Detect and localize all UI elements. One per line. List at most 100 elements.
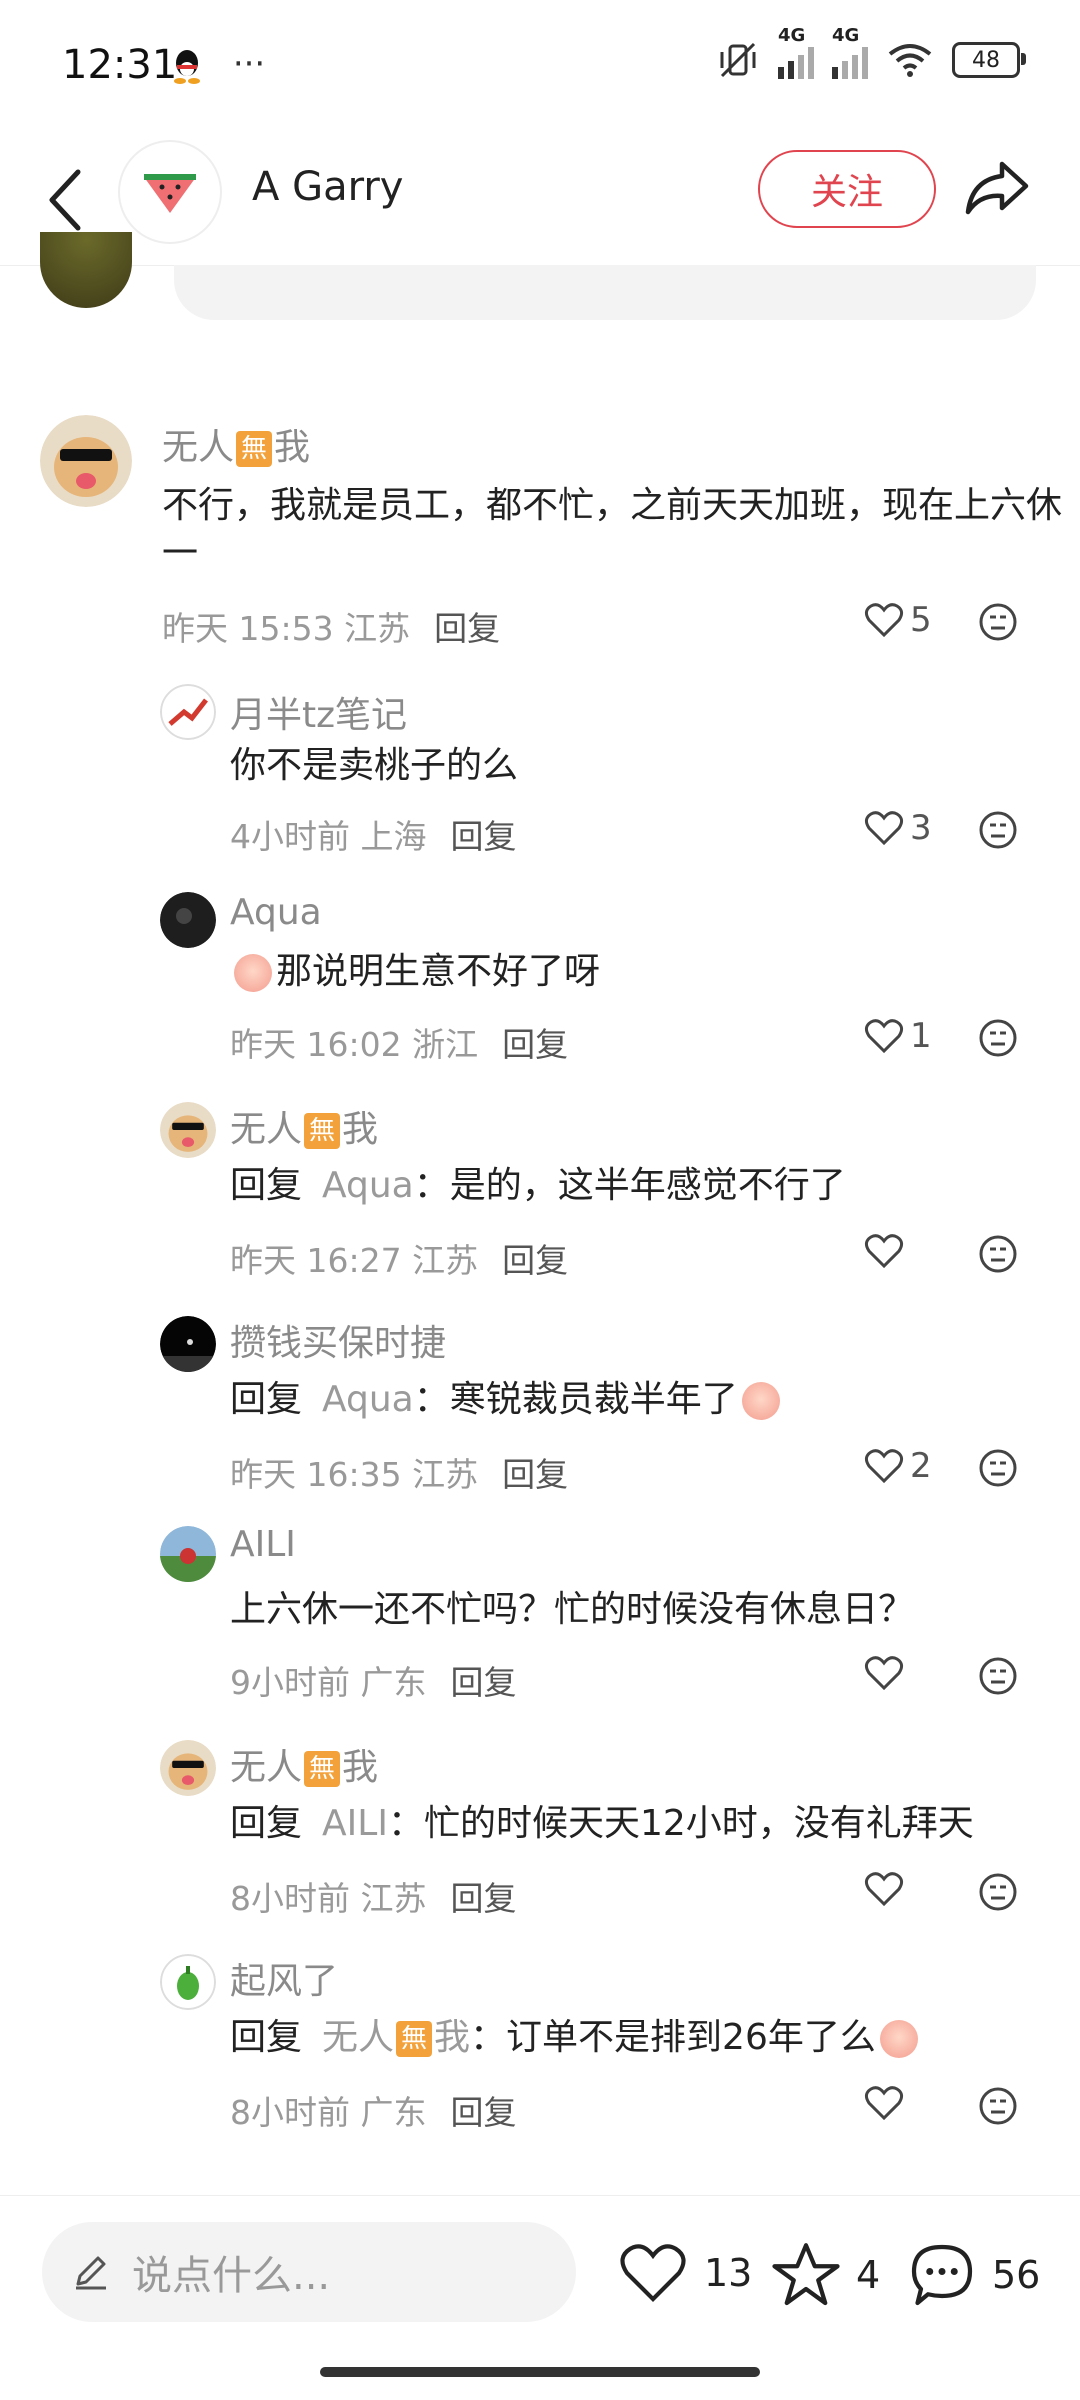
comment-input-partial[interactable] (174, 265, 1036, 320)
comment-author[interactable]: 无人無我 (230, 1100, 378, 1152)
comment-author[interactable]: 起风了 (230, 1952, 338, 2004)
comment-meta: 9小时前 广东 回复 (230, 1663, 517, 1702)
comment-author[interactable]: 月半tz笔记 (230, 686, 407, 738)
comment-text: 回复 无人無我：订单不是排到26年了么 (230, 2014, 922, 2062)
heart-icon (864, 1872, 904, 1907)
dislike-icon[interactable] (978, 1234, 1018, 1274)
like-count: 5 (910, 600, 932, 640)
dislike-icon[interactable] (978, 2086, 1018, 2126)
comment-author[interactable]: Aqua (230, 892, 322, 933)
reply-button[interactable]: 回复 (451, 2093, 517, 2132)
watermelon-icon (144, 174, 196, 213)
status-left-icons: ··· (170, 44, 265, 85)
comment-text: 上六休一还不忙吗？忙的时候没有休息日？ (230, 1589, 915, 1630)
comment-meta: 昨天 16:35 江苏 回复 (230, 1455, 569, 1494)
dislike-icon[interactable] (978, 1656, 1018, 1696)
share-icon[interactable] (962, 154, 1032, 224)
collect-button[interactable]: 4 (770, 2240, 880, 2310)
like-post-button[interactable]: 13 (616, 2240, 752, 2306)
comment-text: 你不是卖桃子的么 (230, 745, 519, 786)
collect-count: 4 (856, 2253, 881, 2297)
heart-icon (864, 603, 904, 638)
status-more: ··· (232, 44, 266, 84)
signal-icon (778, 41, 814, 79)
home-indicator[interactable] (320, 2367, 760, 2377)
status-time: 12:31 (62, 42, 178, 88)
user-avatar[interactable] (160, 1954, 216, 2010)
reply-button[interactable]: 回复 (451, 817, 517, 856)
back-icon[interactable] (36, 160, 96, 240)
dislike-icon[interactable] (978, 602, 1018, 642)
reply-button[interactable]: 回复 (502, 1241, 568, 1280)
status-right: 4G 4G 48 (716, 25, 1026, 80)
crying-face-icon (741, 1382, 780, 1420)
crying-face-icon (234, 954, 272, 992)
net-label-2: 4G (832, 25, 860, 46)
comment-meta: 昨天 16:27 江苏 回复 (230, 1241, 569, 1280)
signal-icon-2 (832, 41, 868, 79)
bottom-action-bar: 说点什么... 13 4 56 (0, 2195, 1080, 2326)
reply-button[interactable]: 回复 (451, 1663, 517, 1702)
dislike-icon[interactable] (978, 810, 1018, 850)
user-avatar[interactable] (160, 1526, 216, 1582)
like-button[interactable] (864, 1654, 910, 1692)
comment-meta: 8小时前 广东 回复 (230, 2093, 517, 2132)
comment-meta: 昨天 16:02 浙江 回复 (230, 1025, 569, 1064)
user-avatar-dog[interactable] (160, 1102, 216, 1158)
reply-button[interactable]: 回复 (451, 1879, 517, 1918)
comment-input-placeholder: 说点什么... (132, 2253, 331, 2299)
comment-text: 不行，我就是员工，都不忙，之前天天加班，现在上六休一 (162, 485, 1063, 574)
comment-text: 那说明生意不好了呀 (230, 948, 600, 996)
like-button[interactable] (864, 2084, 910, 2122)
comment-author[interactable]: 无人無我 (230, 1738, 378, 1790)
comment-text: 回复 AILI：忙的时候天天12小时，没有礼拜天 (230, 1803, 974, 1844)
star-icon (772, 2243, 840, 2306)
user-avatar[interactable] (160, 1316, 216, 1372)
like-button[interactable]: 2 (864, 1446, 932, 1486)
comment-text: 回复 Aqua：是的，这半年感觉不行了 (230, 1165, 846, 1206)
wifi-icon (888, 44, 932, 77)
like-count: 3 (910, 808, 932, 848)
like-button[interactable]: 1 (864, 1016, 932, 1056)
reply-button[interactable]: 回复 (502, 1025, 568, 1064)
comment-meta: 4小时前 上海 回复 (230, 817, 517, 856)
reply-button[interactable]: 回复 (434, 609, 500, 648)
heart-icon (864, 1656, 904, 1691)
comment-count-button[interactable]: 56 (906, 2240, 1040, 2310)
like-post-count: 13 (704, 2251, 753, 2295)
comment-author[interactable]: 攒钱买保时捷 (230, 1314, 446, 1366)
qq-icon (174, 49, 200, 84)
user-avatar[interactable] (160, 892, 216, 948)
follow-button[interactable]: 关注 (758, 150, 936, 228)
like-count: 1 (910, 1016, 932, 1056)
dislike-icon[interactable] (978, 1448, 1018, 1488)
reply-button[interactable]: 回复 (502, 1455, 568, 1494)
comment-author[interactable]: AILI (230, 1524, 296, 1565)
user-avatar[interactable] (160, 684, 216, 740)
user-avatar-dog[interactable] (160, 1740, 216, 1796)
pen-icon (76, 2256, 106, 2290)
dislike-icon[interactable] (978, 1872, 1018, 1912)
dislike-icon[interactable] (978, 1018, 1018, 1058)
heart-icon (864, 1234, 904, 1269)
status-bar: 12:31 ··· 4G 4G 48 (0, 0, 1080, 140)
like-button[interactable]: 3 (864, 808, 932, 848)
comment-author[interactable]: 无人無我 (162, 418, 310, 470)
net-label-1: 4G (778, 25, 806, 46)
comment-input[interactable]: 说点什么... (42, 2222, 576, 2322)
author-name[interactable]: A Garry (252, 164, 403, 210)
battery-level: 48 (972, 47, 1000, 73)
user-avatar-dog[interactable] (40, 415, 132, 507)
heart-icon (864, 2086, 904, 2121)
like-button[interactable]: 5 (864, 600, 932, 640)
heart-icon (620, 2244, 686, 2303)
like-count: 2 (910, 1446, 932, 1486)
heart-icon (864, 1019, 904, 1054)
author-avatar[interactable] (118, 140, 222, 244)
comment-meta: 8小时前 江苏 回复 (230, 1879, 517, 1918)
like-button[interactable] (864, 1232, 910, 1270)
like-button[interactable] (864, 1870, 910, 1908)
comment-count: 56 (992, 2253, 1041, 2297)
heart-icon (864, 811, 904, 846)
comment-bubble-icon (911, 2244, 973, 2306)
